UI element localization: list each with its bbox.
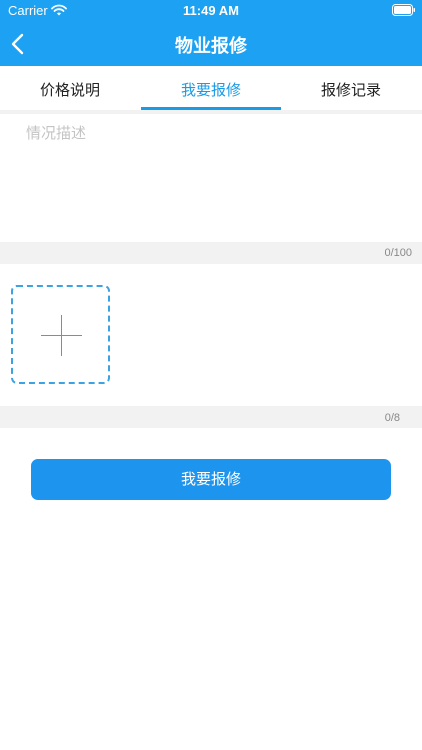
app-header: Carrier 11:49 AM 物业报修 bbox=[0, 0, 422, 66]
description-input[interactable] bbox=[0, 114, 422, 242]
description-char-counter: 0/100 bbox=[384, 247, 412, 259]
navigation-bar: 物业报修 bbox=[0, 22, 422, 66]
page-title: 物业报修 bbox=[175, 36, 247, 57]
status-time: 11:49 AM bbox=[183, 3, 239, 18]
tab-bar: 价格说明 我要报修 报修记录 bbox=[0, 66, 422, 110]
add-photo-button[interactable] bbox=[11, 285, 110, 384]
plus-icon-vertical bbox=[61, 315, 62, 356]
battery-icon bbox=[392, 4, 415, 16]
photo-section bbox=[0, 264, 422, 406]
status-bar: Carrier 11:49 AM bbox=[0, 0, 422, 22]
photo-counter: 0/8 bbox=[384, 412, 400, 424]
tab-price-info[interactable]: 价格说明 bbox=[0, 66, 140, 110]
tab-repair-history[interactable]: 报修记录 bbox=[281, 66, 421, 110]
photo-footer: 0/8 bbox=[0, 406, 422, 428]
tab-submit-repair[interactable]: 我要报修 bbox=[141, 66, 281, 110]
description-footer: 0/100 bbox=[0, 242, 422, 264]
submit-repair-button[interactable]: 我要报修 bbox=[31, 459, 391, 500]
